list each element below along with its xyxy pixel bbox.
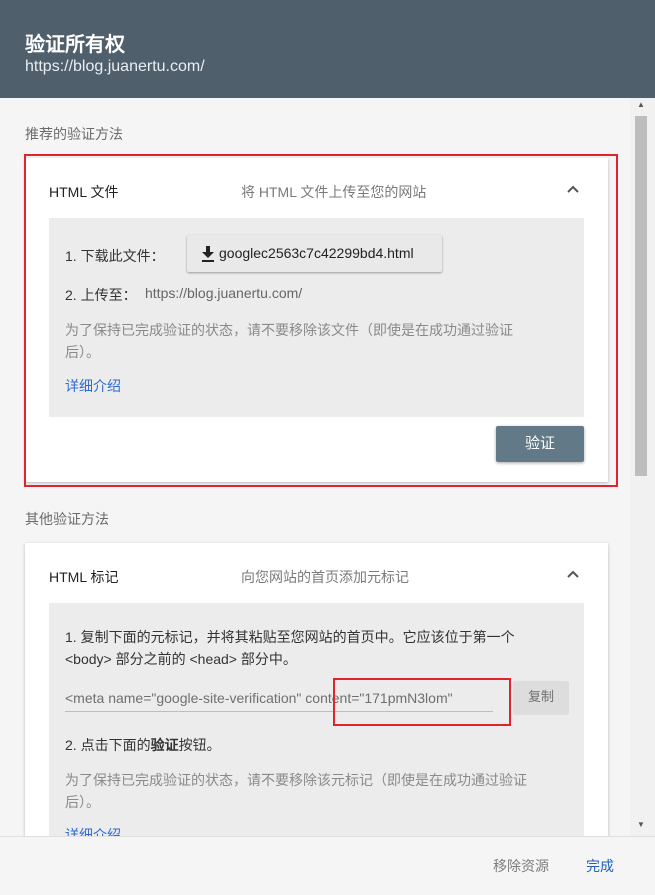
dialog-content: 推荐的验证方法 HTML 文件 将 HTML 文件上传至您的网站 1. 下载此文…	[0, 98, 630, 836]
step2-suffix: 按钮。	[178, 737, 221, 753]
recommended-methods-label: 推荐的验证方法	[25, 126, 123, 142]
html-tag-card-header[interactable]: HTML 标记 向您网站的首页添加元标记	[25, 543, 608, 605]
done-button[interactable]: 完成	[586, 856, 614, 876]
keep-tag-note-line2: 后）。	[65, 794, 100, 810]
copy-button[interactable]: 复制	[513, 681, 569, 715]
verify-ownership-dialog: 验证所有权 https://blog.juanertu.com/ 推荐的验证方法…	[0, 0, 655, 895]
html-tag-card: HTML 标记 向您网站的首页添加元标记 1. 复制下面的元标记，并将其粘贴至您…	[25, 543, 608, 836]
property-url: https://blog.juanertu.com/	[25, 58, 205, 75]
keep-tag-note-line1: 为了保持已完成验证的状态，请不要移除该元标记（即使是在成功通过验证	[65, 772, 527, 788]
highlight-recommended-method	[24, 154, 618, 487]
dialog-footer: 移除资源 完成	[0, 836, 655, 895]
step1-text-line2: <body> 部分之前的 <head> 部分中。	[65, 651, 297, 667]
scroll-down-icon[interactable]: ▼	[637, 820, 645, 829]
step1-text: 1. 复制下面的元标记，并将其粘贴至您网站的首页中。它应该位于第一个	[65, 629, 515, 645]
scroll-up-icon[interactable]: ▲	[637, 100, 645, 109]
scrollbar[interactable]: ▲ ▼	[630, 98, 655, 836]
dialog-title: 验证所有权	[25, 34, 125, 56]
step2-text: 2. 点击下面的验证按钮。	[65, 735, 221, 755]
scroll-thumb[interactable]	[635, 116, 647, 476]
learn-more-link[interactable]: 详细介绍	[65, 825, 121, 836]
method-description: 向您网站的首页添加元标记	[241, 569, 409, 585]
chevron-up-icon[interactable]	[564, 565, 582, 583]
step2-bold: 验证	[150, 737, 179, 753]
remove-resource-button[interactable]: 移除资源	[493, 856, 549, 876]
highlight-meta-content	[333, 678, 511, 726]
other-methods-label: 其他验证方法	[25, 511, 109, 527]
method-name: HTML 标记	[49, 569, 119, 585]
step2-prefix: 2. 点击下面的	[65, 737, 151, 753]
dialog-header: 验证所有权 https://blog.juanertu.com/	[0, 0, 655, 98]
